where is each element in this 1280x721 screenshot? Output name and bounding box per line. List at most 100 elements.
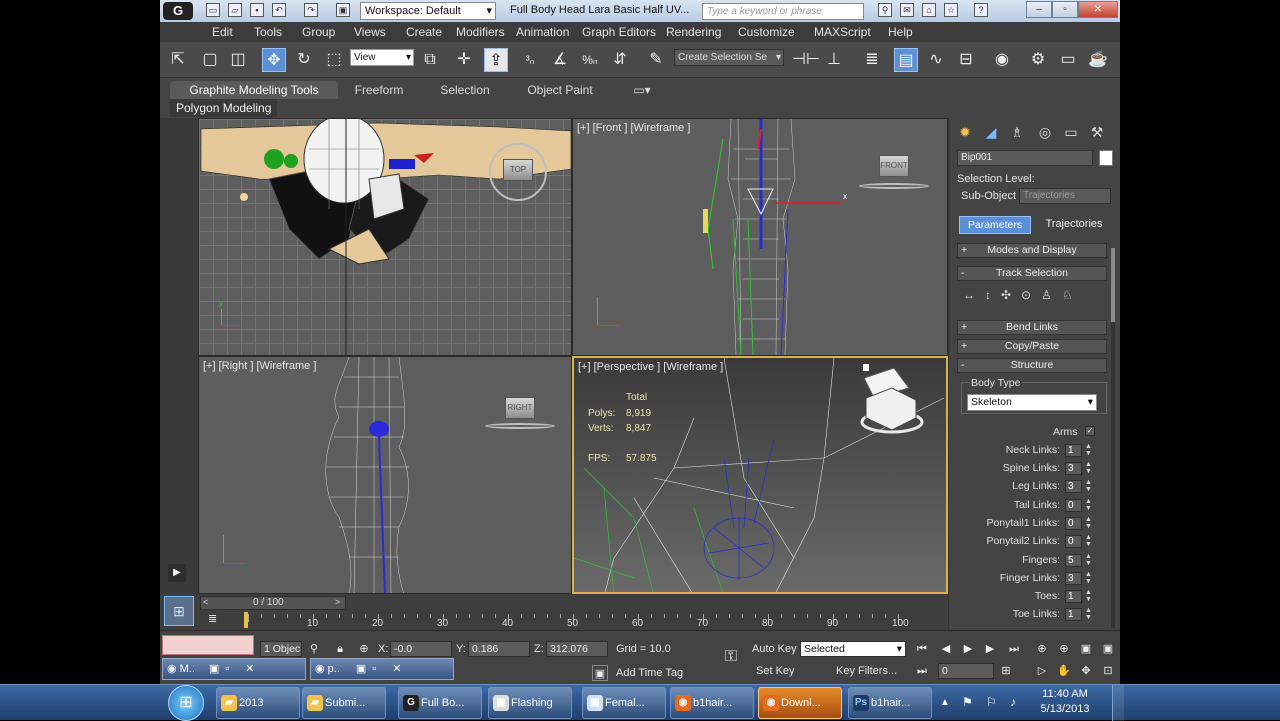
redo-icon[interactable]: ↷ <box>304 3 318 17</box>
rollout-copy-paste[interactable]: + Copy/Paste <box>957 339 1107 354</box>
maximize-icon[interactable]: ▫ <box>225 663 229 675</box>
menu-graph-editors[interactable]: Graph Editors <box>582 25 656 39</box>
play-icon[interactable]: ▶ <box>960 641 976 657</box>
named-selection-select[interactable]: Create Selection Se ▾ <box>674 49 784 66</box>
spinner-snap-icon[interactable]: ⇵ <box>608 48 632 72</box>
graphite-toggle-icon[interactable]: ▤ <box>894 48 918 72</box>
app-logo-icon[interactable]: G <box>163 2 193 20</box>
undo-icon[interactable]: ↶ <box>272 3 286 17</box>
edit-named-selection-icon[interactable]: ✎ <box>644 48 668 72</box>
tab-trajectories[interactable]: Trajectories <box>1037 216 1111 234</box>
spinner-down-icon[interactable]: ▼ <box>1085 560 1092 567</box>
tab-object-paint[interactable]: Object Paint <box>520 81 600 99</box>
communication-icon[interactable]: ⌂ <box>922 3 936 17</box>
window-crossing-icon[interactable]: ◫ <box>226 48 250 72</box>
open-file-icon[interactable]: ▱ <box>228 3 242 17</box>
utilities-tab-icon[interactable]: ⚒ <box>1087 122 1107 142</box>
spinner-down-icon[interactable]: ▼ <box>1085 541 1092 548</box>
taskbar-item[interactable]: ◉ b1hair... <box>670 687 754 719</box>
modify-tab-icon[interactable]: ◢ <box>981 122 1001 142</box>
restore-icon[interactable]: ▣ <box>356 663 366 675</box>
menu-views[interactable]: Views <box>354 25 386 39</box>
field-of-view-icon[interactable]: ▷ <box>1034 663 1050 679</box>
select-rotate-icon[interactable]: ↻ <box>292 48 316 72</box>
x-coordinate-field[interactable]: -0.0 <box>390 641 452 657</box>
time-ruler[interactable]: 10 20 30 40 50 60 70 80 90 100 <box>248 594 909 630</box>
param-spinner-field[interactable]: 3 <box>1065 572 1082 585</box>
param-spinner-field[interactable]: 1 <box>1065 590 1082 603</box>
display-tab-icon[interactable]: ▭ <box>1061 122 1081 142</box>
menu-edit[interactable]: Edit <box>212 25 233 39</box>
workspace-select[interactable]: Workspace: Default ▾ <box>360 2 496 20</box>
show-desktop-button[interactable] <box>1112 685 1124 721</box>
render-teapot-icon[interactable]: ☕ <box>1086 48 1110 72</box>
curve-editor-mini-icon[interactable]: ≣ <box>208 612 222 630</box>
object-color-swatch[interactable] <box>1099 150 1113 166</box>
select-scale-icon[interactable]: ⬚ <box>322 48 346 72</box>
spinner-down-icon[interactable]: ▼ <box>1085 468 1092 475</box>
key-mode-select[interactable]: Selected ▾ <box>800 641 906 657</box>
action-center-icon[interactable]: ⚐ <box>986 695 997 709</box>
close-button[interactable]: ✕ <box>1078 1 1118 18</box>
param-spinner-field[interactable]: 0 <box>1065 499 1082 512</box>
align-icon[interactable]: ⊥ <box>822 48 846 72</box>
maximize-viewport-icon[interactable]: ⊡ <box>1100 663 1116 679</box>
spinner-down-icon[interactable]: ▼ <box>1085 486 1092 493</box>
spinner-down-icon[interactable]: ▼ <box>1085 450 1092 457</box>
taskbar-item[interactable]: ▣ Femal... <box>582 687 666 719</box>
viewcube-right[interactable]: RIGHT <box>505 397 535 419</box>
tab-graphite-modeling-tools[interactable]: Graphite Modeling Tools <box>170 81 338 99</box>
snaps-toggle-icon[interactable]: ³ₙ <box>518 48 542 72</box>
rollout-modes-display[interactable]: + Modes and Display <box>957 243 1107 258</box>
menu-customize[interactable]: Customize <box>738 25 795 39</box>
menu-animation[interactable]: Animation <box>516 25 569 39</box>
close-icon[interactable]: ✕ <box>392 663 401 675</box>
create-tab-icon[interactable]: ✹ <box>955 122 975 142</box>
object-name-field[interactable]: Bip001 <box>957 150 1093 166</box>
ribbon-options-icon[interactable]: ▭▾ <box>628 81 656 99</box>
go-to-start-icon[interactable]: ⏮ <box>914 641 930 657</box>
menu-modifiers[interactable]: Modifiers <box>456 25 505 39</box>
percent-snap-icon[interactable]: %ₙ <box>578 48 602 72</box>
menu-group[interactable]: Group <box>302 25 335 39</box>
taskbar-item[interactable]: ◉ Downl... <box>758 687 842 719</box>
select-manipulate-icon[interactable]: ✛ <box>452 48 476 72</box>
minimized-window-1[interactable]: ◉ M.. ▣ ▫ ✕ <box>162 658 306 680</box>
curve-editor-icon[interactable]: ∿ <box>924 48 948 72</box>
taskbar-item[interactable]: Ps b1hair... <box>848 687 932 719</box>
binoculars-icon[interactable]: ⚲ <box>878 3 892 17</box>
panel-polygon-modeling[interactable]: Polygon Modeling <box>170 99 278 117</box>
param-spinner-field[interactable]: 3 <box>1065 462 1082 475</box>
new-file-icon[interactable]: ▭ <box>206 3 220 17</box>
time-config-icon[interactable]: ⊞ <box>998 663 1014 679</box>
subscription-icon[interactable]: ✉ <box>900 3 914 17</box>
param-spinner-field[interactable]: 0 <box>1065 535 1082 548</box>
rect-selection-icon[interactable]: ▢ <box>198 48 222 72</box>
spinner-down-icon[interactable]: ▼ <box>1085 505 1092 512</box>
menu-tools[interactable]: Tools <box>254 25 282 39</box>
auto-key-button[interactable]: Auto Key <box>752 643 797 655</box>
save-icon[interactable]: ▪ <box>250 3 264 17</box>
show-hidden-icons[interactable]: ▲ <box>940 697 950 708</box>
current-frame-field[interactable]: 0 <box>938 663 994 679</box>
render-setup-icon[interactable]: ⚙ <box>1026 48 1050 72</box>
track-selection-buttons[interactable]: ↔↕✣⊙♙♘ <box>963 288 1113 308</box>
minimized-window-2[interactable]: ◉ p.. ▣ ▫ ✕ <box>310 658 454 680</box>
taskbar-item[interactable]: ▣ Flashing <box>488 687 572 719</box>
spinner-down-icon[interactable]: ▼ <box>1085 578 1092 585</box>
restore-icon[interactable]: ▣ <box>209 663 219 675</box>
param-spinner-field[interactable]: 1 <box>1065 608 1082 621</box>
menu-maxscript[interactable]: MAXScript <box>814 25 871 39</box>
menu-help[interactable]: Help <box>888 25 913 39</box>
param-spinner-field[interactable]: 1 <box>1065 444 1082 457</box>
maximize-icon[interactable]: ▫ <box>372 663 376 675</box>
rendered-frame-icon[interactable]: ▭ <box>1056 48 1080 72</box>
set-key-button[interactable]: Set Key <box>756 665 795 677</box>
volume-icon[interactable]: ♪ <box>1010 695 1016 709</box>
reference-coord-select[interactable]: View ▾ <box>350 49 414 66</box>
y-coordinate-field[interactable]: 0.186 <box>468 641 530 657</box>
param-spinner-field[interactable]: 0 <box>1065 517 1082 530</box>
minimize-button[interactable]: – <box>1026 1 1052 18</box>
taskbar-item[interactable]: G Full Bo... <box>398 687 482 719</box>
viewport-top[interactable]: TOP y <box>198 118 572 356</box>
